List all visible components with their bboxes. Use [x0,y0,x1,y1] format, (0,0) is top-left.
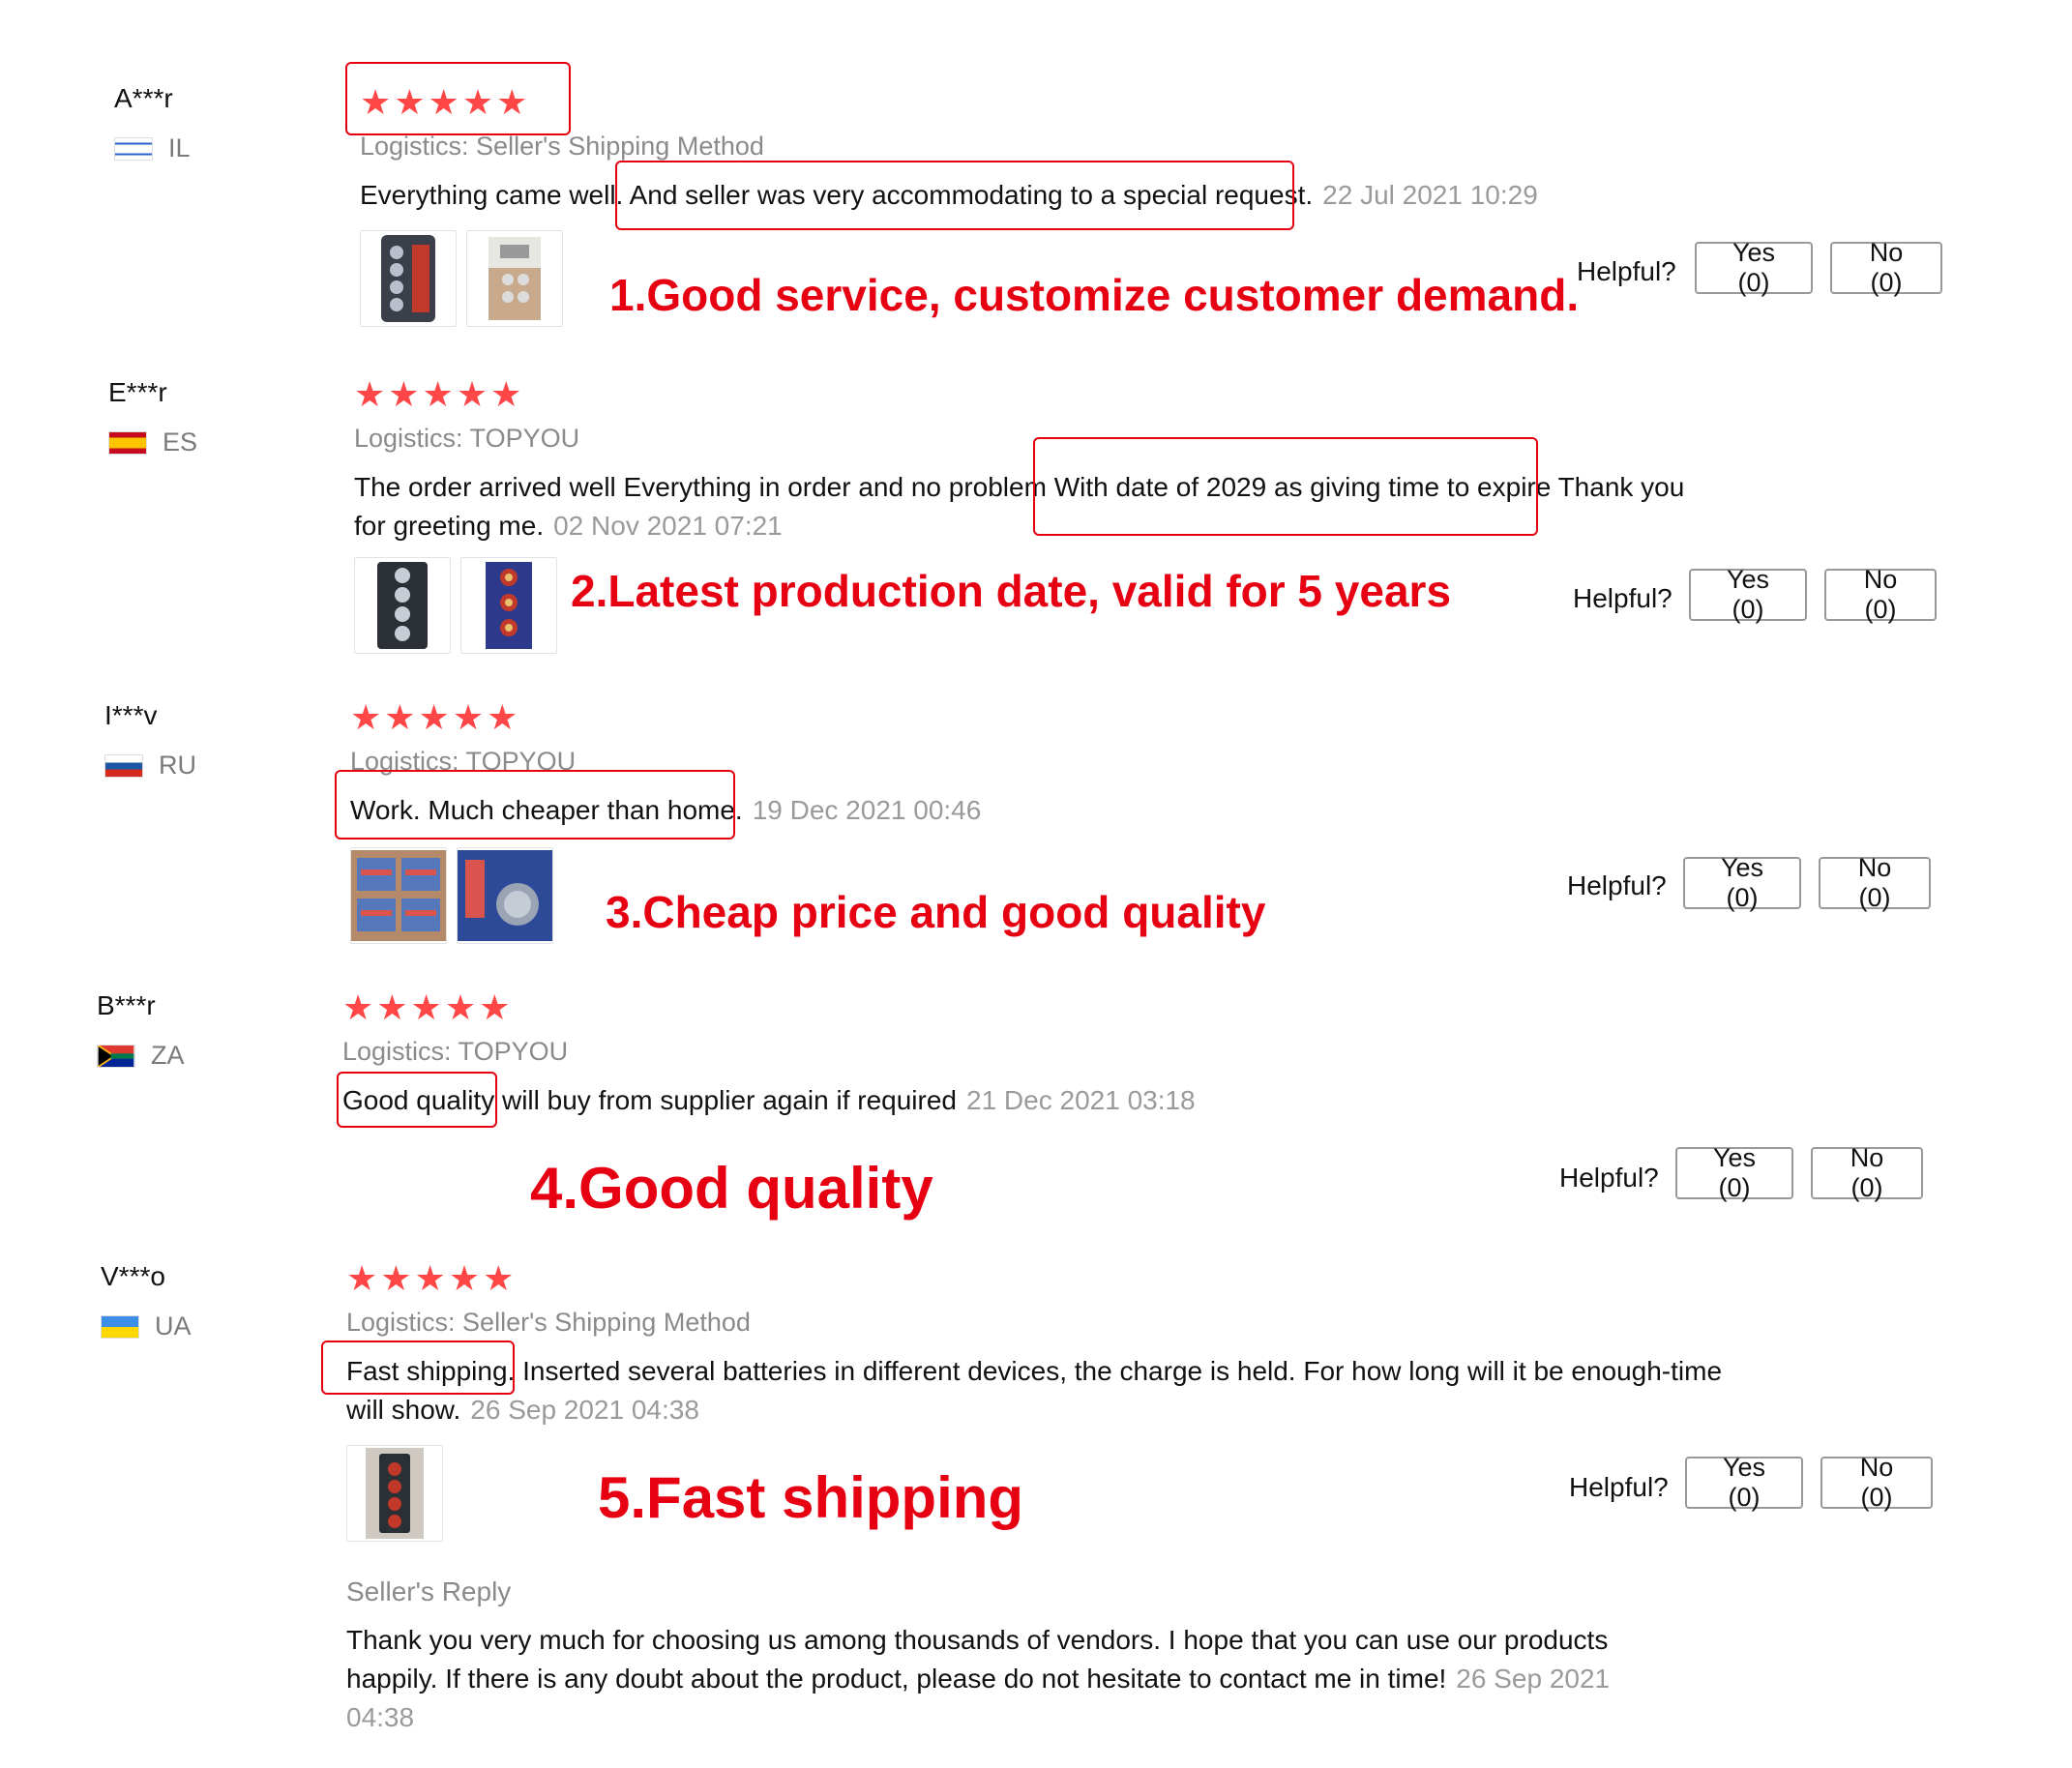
highlight-box [335,770,735,840]
flag-es-icon [108,430,147,455]
battery-photo-icon [488,237,541,320]
reviewer-country: RU [104,751,196,781]
highlight-box [345,62,571,135]
helpful-label: Helpful? [1559,1163,1659,1193]
flag-ua-icon [101,1314,139,1339]
review-photo[interactable] [457,847,553,944]
highlight-box [337,1072,497,1128]
reviewer-name: A***r [114,83,173,113]
helpful-no-button[interactable]: No (0) [1811,1143,1923,1202]
reviewer-country: ES [108,427,197,457]
highlight-box [615,161,1294,230]
country-code: RU [159,751,196,780]
reviewer-country: ZA [97,1041,185,1071]
country-code: IL [168,133,191,162]
review-photo[interactable] [460,557,557,654]
annotation-callout: 2.Latest production date, valid for 5 ye… [571,566,1452,616]
annotation-callout: 1.Good service, customize customer deman… [609,270,1580,320]
review-text: Fast shipping. Inserted several batterie… [346,1352,1759,1429]
reviewer-name: I***v [104,700,158,730]
annotation-callout: 5.Fast shipping [598,1465,1024,1530]
star-rating: ★★★★★ [354,374,525,414]
annotation-callout: 4.Good quality [530,1156,933,1221]
logistics-info: Logistics: TOPYOU [354,424,580,453]
battery-photo-icon [351,850,446,941]
battery-photo-icon [381,235,435,322]
seller-reply-body: Thank you very much for choosing us amon… [346,1625,1609,1694]
logistics-info: Logistics: Seller's Shipping Method [346,1308,751,1337]
reviewer-name: E***r [108,377,167,407]
country-code: ZA [151,1041,185,1070]
battery-photo-icon [377,562,428,649]
flag-il-icon [114,136,153,161]
highlight-box [321,1341,515,1395]
helpful-yes-button[interactable]: Yes (0) [1683,853,1801,912]
helpful-no-button[interactable]: No (0) [1820,1453,1933,1512]
star-rating: ★★★★★ [342,987,514,1027]
battery-photo-icon [366,1448,424,1539]
review-photo[interactable] [466,230,563,327]
helpful-label: Helpful? [1569,1472,1669,1502]
review-date: 21 Dec 2021 03:18 [966,1085,1196,1115]
review-photo[interactable] [346,1445,443,1542]
battery-photo-icon [458,850,552,941]
review-date: 02 Nov 2021 07:21 [553,511,783,541]
battery-photo-icon [486,562,532,649]
review-photo[interactable] [350,847,447,944]
review-date: 22 Jul 2021 10:29 [1322,180,1538,210]
helpful-label: Helpful? [1573,583,1672,613]
helpful-label: Helpful? [1577,256,1676,286]
country-code: ES [163,427,198,457]
star-rating: ★★★★★ [350,697,521,737]
annotation-callout: 3.Cheap price and good quality [606,887,1266,937]
review-photo[interactable] [360,230,457,327]
country-code: UA [155,1311,192,1341]
flag-ru-icon [104,753,143,778]
helpful-yes-button[interactable]: Yes (0) [1675,1143,1793,1202]
helpful-yes-button[interactable]: Yes (0) [1695,238,1813,297]
reviewer-name: V***o [101,1261,165,1291]
logistics-info: Logistics: TOPYOU [342,1037,569,1066]
flag-za-icon [97,1044,135,1068]
reviewer-country: IL [114,133,191,163]
helpful-yes-button[interactable]: Yes (0) [1685,1453,1803,1512]
review-date: 19 Dec 2021 00:46 [752,795,982,825]
helpful-no-button[interactable]: No (0) [1824,565,1937,624]
review-photo[interactable] [354,557,451,654]
reviewer-country: UA [101,1311,192,1341]
review-text: Good quality will buy from supplier agai… [342,1081,1697,1120]
helpful-no-button[interactable]: No (0) [1830,238,1942,297]
helpful-no-button[interactable]: No (0) [1819,853,1931,912]
review-date: 26 Sep 2021 04:38 [470,1395,699,1425]
seller-reply-text: Thank you very much for choosing us amon… [346,1621,1652,1737]
star-rating: ★★★★★ [346,1258,518,1298]
seller-reply-title: Seller's Reply [346,1576,512,1606]
highlight-box [1033,437,1538,536]
logistics-info: Logistics: Seller's Shipping Method [360,132,764,161]
helpful-yes-button[interactable]: Yes (0) [1689,565,1807,624]
reviewer-name: B***r [97,990,156,1020]
helpful-label: Helpful? [1567,870,1667,900]
